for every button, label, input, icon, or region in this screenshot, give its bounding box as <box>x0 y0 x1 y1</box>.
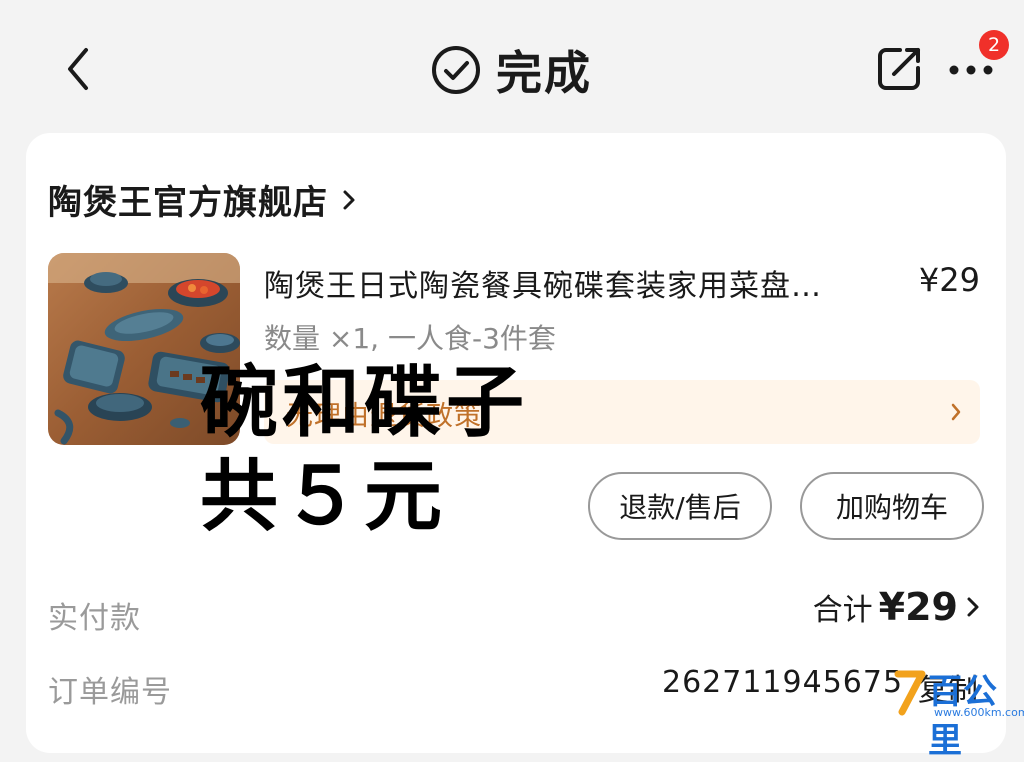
caption-line-1: 碗和碟子 <box>200 358 529 448</box>
share-button[interactable] <box>874 44 924 94</box>
back-button[interactable] <box>58 44 98 94</box>
shop-link[interactable]: 陶煲王官方旗舰店 <box>48 175 358 224</box>
page-title: 完成 <box>430 38 592 102</box>
caption-overlay: 碗和碟子 共５元 <box>200 356 528 544</box>
check-circle-icon <box>432 46 480 94</box>
notification-badge: 2 <box>979 30 1009 60</box>
watermark-url: www.600km.com <box>934 706 1024 719</box>
total-label: 合计 <box>812 593 873 628</box>
refund-aftersales-button[interactable]: 退款/售后 <box>588 472 772 540</box>
product-price: ¥29 <box>918 261 980 299</box>
chevron-right-icon <box>967 597 979 617</box>
product-spec: 数量 ×1, 一人食-3件套 <box>264 322 556 355</box>
payment-label: 实付款 <box>48 601 141 636</box>
total-amount-link[interactable]: 合计 ¥29 <box>813 585 980 629</box>
order-number-label: 订单编号 <box>48 675 172 710</box>
add-to-cart-button[interactable]: 加购物车 <box>800 472 984 540</box>
order-number: 262711945675 <box>662 665 904 700</box>
chevron-right-icon <box>343 190 355 209</box>
product-title[interactable]: 陶煲王日式陶瓷餐具碗碟套装家用菜盘… <box>264 261 914 305</box>
page-title-text: 完成 <box>496 46 592 100</box>
site-watermark: 百公里 www.600km.com <box>892 664 1024 761</box>
share-icon <box>878 48 920 90</box>
shop-name: 陶煲王官方旗舰店 <box>48 183 328 223</box>
caption-line-2: 共５元 <box>200 452 447 542</box>
total-amount: ¥29 <box>878 585 958 629</box>
chevron-right-icon <box>951 403 961 421</box>
chevron-left-icon <box>68 48 88 90</box>
top-navigation-bar: 完成 2 <box>0 0 1024 135</box>
